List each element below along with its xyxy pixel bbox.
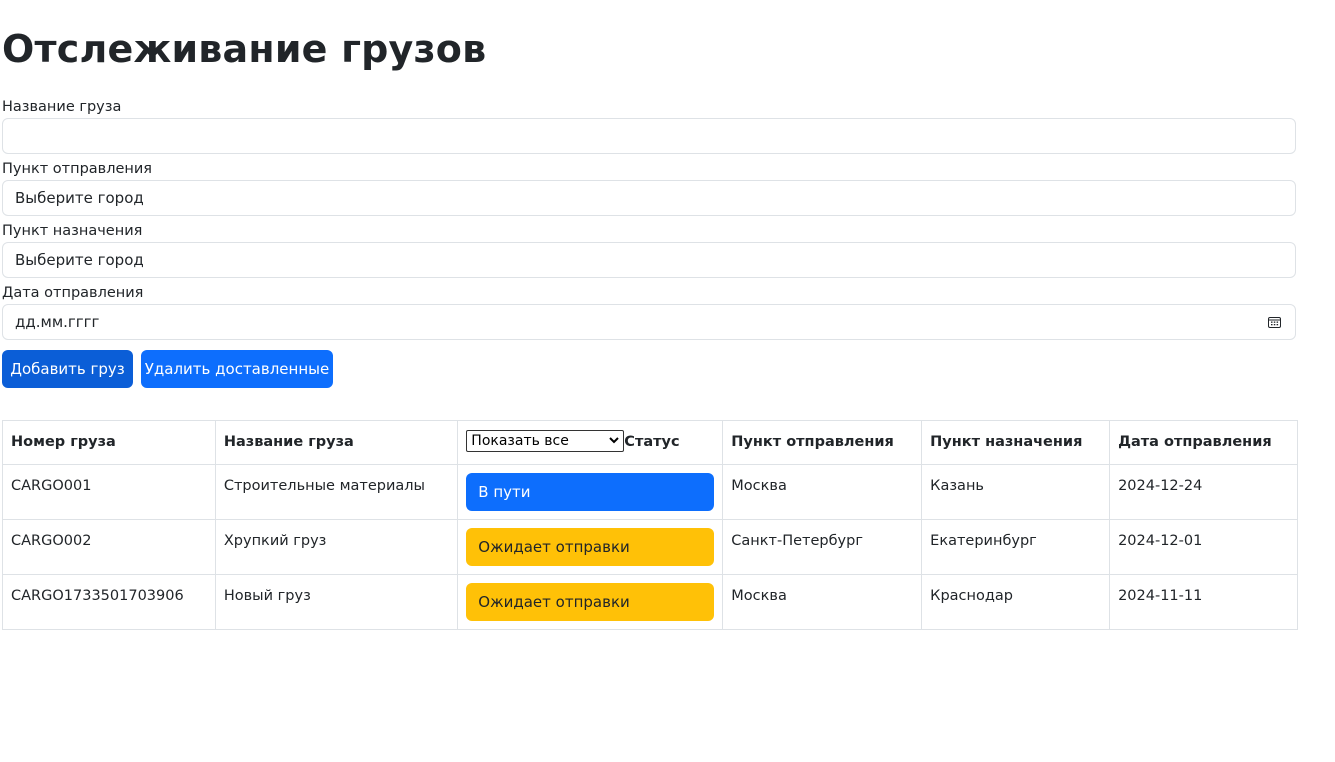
header-destination: Пункт назначения [921,420,1111,465]
date-label: Дата отправления [2,285,144,301]
cell-date: 2024-12-24 [1109,464,1298,520]
origin-select-value: Выберите город [15,189,144,207]
status-select[interactable]: Ожидает отправки [466,528,715,566]
cell-origin: Санкт-Петербург [722,519,923,575]
status-filter-value: Показать все [471,432,569,449]
calendar-icon[interactable] [1268,316,1281,328]
cargo-name-input[interactable] [2,118,1296,154]
cargo-name-label: Название груза [2,99,122,115]
header-status-label: Статус [624,434,680,450]
cell-number: CARGO002 [2,519,216,575]
cell-status: В пути [457,464,724,520]
status-filter-select[interactable]: Показать все [466,429,625,452]
cell-number: CARGO001 [2,464,216,520]
header-date: Дата отправления [1109,420,1298,465]
chevron-down-icon [609,436,620,443]
cargo-table: Номер груза Название груза Показать все … [2,420,1298,630]
table-row: CARGO002 Хрупкий груз Ожидает отправки С… [2,519,1298,575]
page-title: Отслеживание грузов [2,27,487,71]
destination-select-value: Выберите город [15,251,144,269]
cell-destination: Екатеринбург [921,519,1111,575]
cell-destination: Краснодар [921,574,1111,630]
header-number: Номер груза [2,420,216,465]
table-header-row: Номер груза Название груза Показать все … [2,420,1298,465]
header-status: Показать все Статус [457,420,724,465]
date-input[interactable]: дд.мм.гггг [2,304,1296,340]
header-name: Название груза [214,420,459,465]
date-input-placeholder: дд.мм.гггг [15,313,100,331]
destination-select[interactable]: Выберите город [2,242,1296,278]
origin-select[interactable]: Выберите город [2,180,1296,216]
cell-number: CARGO1733501703906 [2,574,216,630]
cell-origin: Москва [722,574,923,630]
destination-label: Пункт назначения [2,223,143,239]
add-cargo-button[interactable]: Добавить груз [2,350,133,388]
delete-delivered-button[interactable]: Удалить доставленные [141,350,333,388]
cell-name: Строительные материалы [214,464,459,520]
cell-date: 2024-12-01 [1109,519,1298,575]
header-origin: Пункт отправления [722,420,923,465]
cell-name: Хрупкий груз [214,519,459,575]
cell-status: Ожидает отправки [457,574,724,630]
cell-destination: Казань [921,464,1111,520]
table-row: CARGO001 Строительные материалы В пути М… [2,464,1298,520]
table-row: CARGO1733501703906 Новый груз Ожидает от… [2,574,1298,630]
status-select[interactable]: В пути [466,473,715,511]
origin-label: Пункт отправления [2,161,153,177]
cell-origin: Москва [722,464,923,520]
cell-status: Ожидает отправки [457,519,724,575]
cell-date: 2024-11-11 [1109,574,1298,630]
status-select[interactable]: Ожидает отправки [466,583,715,621]
cell-name: Новый груз [214,574,459,630]
